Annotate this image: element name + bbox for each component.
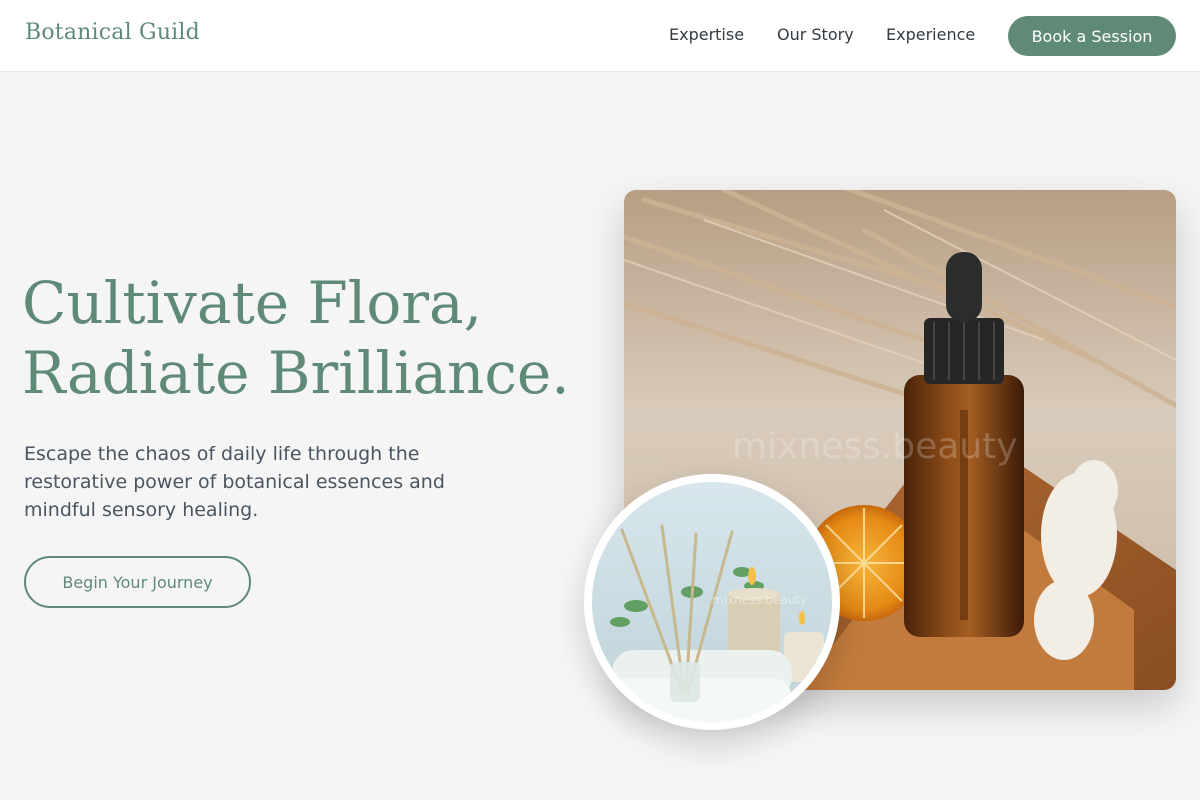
nav-link-our-story[interactable]: Our Story — [777, 25, 854, 44]
inset-photo-frame: mixness.beauty — [584, 474, 840, 730]
nav-link-experience[interactable]: Experience — [886, 25, 975, 44]
book-session-button[interactable]: Book a Session — [1008, 16, 1176, 56]
begin-journey-button[interactable]: Begin Your Journey — [24, 556, 251, 608]
hero-title-line-1: Cultivate Flora, — [22, 269, 483, 337]
image-watermark: mixness.beauty — [732, 426, 1018, 467]
hero-subtitle: Escape the chaos of daily life through t… — [24, 443, 445, 521]
nav-link-expertise[interactable]: Expertise — [669, 25, 744, 44]
inset-photo: mixness.beauty — [592, 482, 832, 722]
hero-title-line-2: Radiate Brilliance. — [22, 339, 570, 407]
inset-image-watermark: mixness.beauty — [712, 593, 807, 607]
site-header: Botanical Guild Expertise Our Story Expe… — [0, 0, 1200, 72]
hero-title: Cultivate Flora, Radiate Brilliance. — [22, 268, 582, 408]
reed-diffuser-image: mixness.beauty — [592, 482, 832, 722]
brand-logo[interactable]: Botanical Guild — [25, 20, 200, 45]
